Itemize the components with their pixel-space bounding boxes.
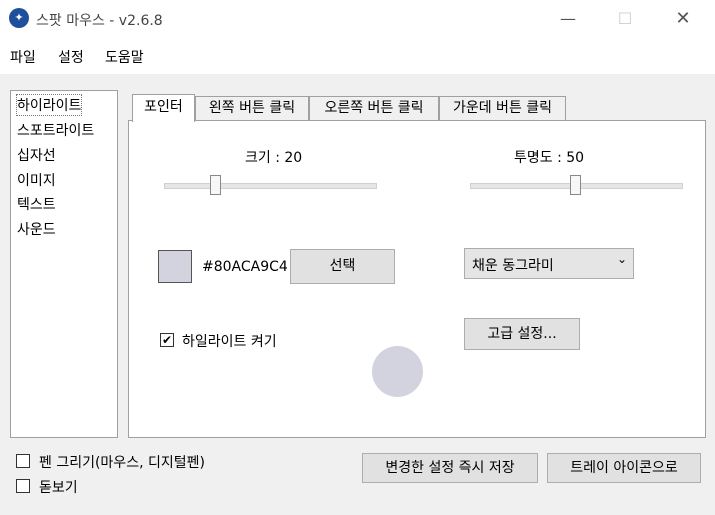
maximize-button[interactable]: ☐ <box>602 0 648 38</box>
shape-dropdown-value: 채운 동그라미 <box>472 258 554 274</box>
save-settings-button[interactable]: 변경한 설정 즉시 저장 <box>362 453 538 483</box>
tab-right-click[interactable]: 오른쪽 버튼 클릭 <box>309 96 439 120</box>
list-item-sound[interactable]: 사운드 <box>17 219 56 239</box>
list-item-crosshair[interactable]: 십자선 <box>17 145 56 165</box>
menu-file[interactable]: 파일 <box>10 47 36 67</box>
checkmark-icon: ✔ <box>161 333 173 347</box>
title-bar[interactable]: ✦ 스팟 마우스 - v2.6.8 — ☐ ✕ <box>0 0 715 38</box>
menu-bar: 파일 설정 도움말 <box>0 38 715 74</box>
color-hex-value: #80ACA9C4 <box>202 259 288 275</box>
shape-dropdown[interactable]: 채운 동그라미 ⌄ <box>464 248 634 279</box>
app-logo-icon: ✦ <box>9 8 29 28</box>
magnifier-checkbox[interactable] <box>16 479 30 493</box>
size-label: 크기 : 20 <box>245 150 303 166</box>
chevron-down-icon: ⌄ <box>617 252 628 266</box>
size-slider-thumb[interactable] <box>210 175 221 195</box>
advanced-settings-button[interactable]: 고급 설정... <box>464 318 580 350</box>
close-button[interactable]: ✕ <box>660 0 706 38</box>
magnifier-label: 돋보기 <box>39 480 78 496</box>
list-item-image[interactable]: 이미지 <box>17 170 56 190</box>
highlight-enable-checkbox[interactable]: ✔ <box>160 333 174 347</box>
opacity-slider-thumb[interactable] <box>570 175 581 195</box>
tab-middle-click[interactable]: 가운데 버튼 클릭 <box>439 96 566 120</box>
select-color-button[interactable]: 선택 <box>290 249 395 284</box>
pointer-preview-circle <box>372 346 423 397</box>
minimize-to-tray-button[interactable]: 트레이 아이콘으로 <box>547 453 701 483</box>
pointer-tab-page <box>128 120 706 438</box>
tab-left-click[interactable]: 왼쪽 버튼 클릭 <box>195 96 309 120</box>
minimize-button[interactable]: — <box>545 0 591 38</box>
list-item-highlight[interactable]: 하이라이트 <box>15 94 83 116</box>
tab-pointer[interactable]: 포인터 <box>132 94 195 122</box>
opacity-label: 투명도 : 50 <box>514 150 585 166</box>
size-slider-track[interactable] <box>164 183 377 189</box>
menu-help[interactable]: 도움말 <box>105 47 144 67</box>
list-item-spotlight[interactable]: 스포트라이트 <box>17 120 94 140</box>
app-window: ✦ 스팟 마우스 - v2.6.8 — ☐ ✕ 파일 설정 도움말 하이라이트 … <box>0 0 715 515</box>
color-swatch <box>158 250 192 283</box>
category-list[interactable]: 하이라이트 스포트라이트 십자선 이미지 텍스트 사운드 <box>10 90 118 438</box>
window-title: 스팟 마우스 - v2.6.8 <box>36 13 163 29</box>
highlight-enable-label: 하일라이트 켜기 <box>182 334 277 350</box>
pen-draw-label: 펜 그리기(마우스, 디지털펜) <box>39 455 205 471</box>
pen-draw-checkbox[interactable] <box>16 454 30 468</box>
list-item-text[interactable]: 텍스트 <box>17 194 56 214</box>
menu-settings[interactable]: 설정 <box>58 47 84 67</box>
